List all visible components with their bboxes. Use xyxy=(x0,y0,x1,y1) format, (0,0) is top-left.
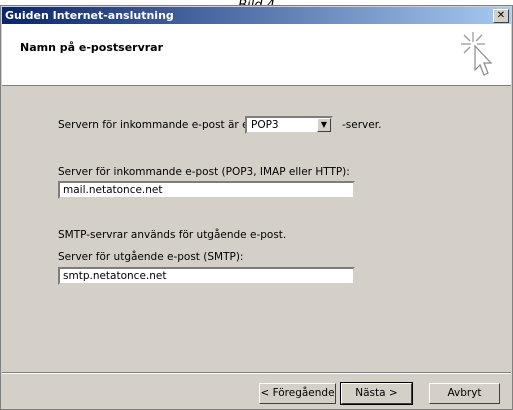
footer-divider xyxy=(2,372,511,374)
chevron-down-icon[interactable]: ▼ xyxy=(317,118,331,132)
outgoing-server-label: Server för utgående e-post (SMTP): xyxy=(58,251,244,263)
wizard-cursor-icon xyxy=(461,32,493,76)
wizard-dialog: Guiden Internet-anslutning ✕ Namn på e-p… xyxy=(0,5,513,410)
back-button[interactable]: < Föregående xyxy=(259,383,336,404)
title-bar[interactable]: Guiden Internet-anslutning ✕ xyxy=(2,7,511,24)
incoming-type-suffix: -server. xyxy=(342,119,382,131)
incoming-server-type-select[interactable]: POP3 ▼ xyxy=(245,116,333,134)
incoming-server-label: Server för inkommande e-post (POP3, IMAP… xyxy=(58,166,350,178)
close-icon: ✕ xyxy=(496,10,506,21)
window-title: Guiden Internet-anslutning xyxy=(5,9,174,22)
next-button[interactable]: Nästa > xyxy=(340,382,413,405)
incoming-type-label: Servern för inkommande e-post är en xyxy=(58,119,256,131)
close-button[interactable]: ✕ xyxy=(493,9,509,23)
incoming-server-type-value: POP3 xyxy=(251,119,279,131)
smtp-info-text: SMTP-servrar används för utgående e-post… xyxy=(58,229,287,241)
incoming-server-input[interactable]: mail.netatonce.net xyxy=(58,181,355,199)
wizard-header: Namn på e-postservrar xyxy=(2,24,511,86)
cancel-button[interactable]: Avbryt xyxy=(429,383,500,404)
outgoing-server-input[interactable]: smtp.netatonce.net xyxy=(58,267,355,285)
page-title: Namn på e-postservrar xyxy=(20,41,164,54)
